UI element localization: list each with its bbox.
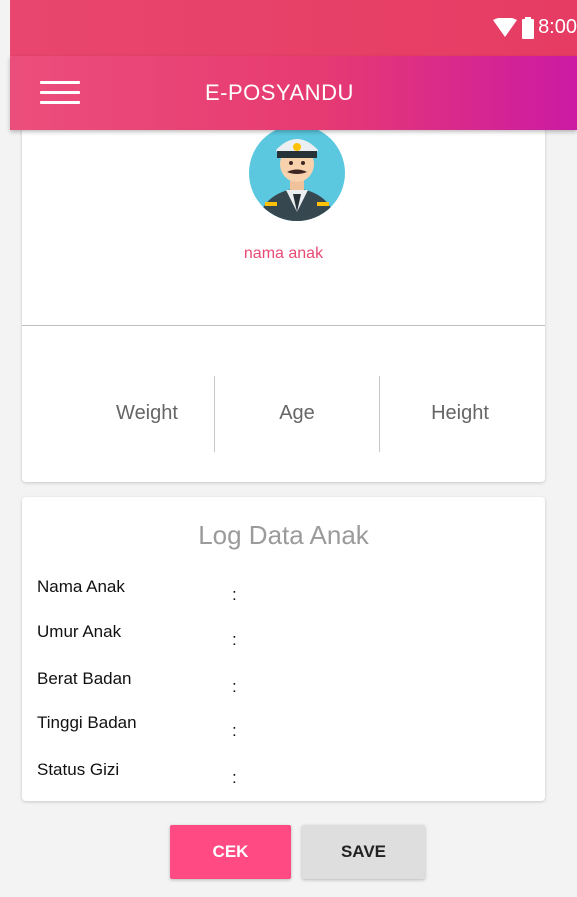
log-title: Log Data Anak — [198, 520, 369, 550]
cek-button[interactable]: CEK — [170, 825, 291, 879]
battery-icon — [522, 16, 535, 39]
avatar-captain-icon — [249, 125, 345, 221]
stat-height: Height — [431, 402, 489, 424]
log-row-label: Nama Anak — [37, 577, 125, 596]
log-row-label: Berat Badan — [37, 669, 132, 688]
child-name: nama anak — [243, 245, 324, 262]
stat-weight: Weight — [116, 402, 178, 424]
log-row-colon: : — [232, 721, 237, 740]
app-bar: E-POSYANDU — [10, 56, 577, 130]
log-row-colon: : — [232, 585, 237, 604]
save-button[interactable]: SAVE — [302, 825, 425, 879]
status-bar: 8:00 — [10, 0, 577, 56]
app-title: E-POSYANDU — [205, 80, 354, 105]
log-card: Log Data Anak Nama Anak : Umur Anak : Be… — [22, 497, 545, 801]
profile-card: nama anak Weight Age Height — [22, 110, 545, 482]
stat-age: Age — [279, 402, 315, 424]
divider — [22, 325, 545, 326]
wifi-icon — [493, 17, 518, 37]
log-row-colon: : — [232, 677, 237, 696]
log-row-label: Tinggi Badan — [37, 713, 137, 732]
log-row-label: Status Gizi — [37, 760, 120, 779]
log-row-colon: : — [232, 768, 237, 787]
log-row-label: Umur Anak — [37, 622, 122, 641]
menu-icon[interactable] — [40, 81, 80, 105]
status-time: 8:00 — [538, 16, 577, 38]
log-row-colon: : — [232, 630, 237, 649]
status-icons: 8:00 — [492, 16, 577, 39]
